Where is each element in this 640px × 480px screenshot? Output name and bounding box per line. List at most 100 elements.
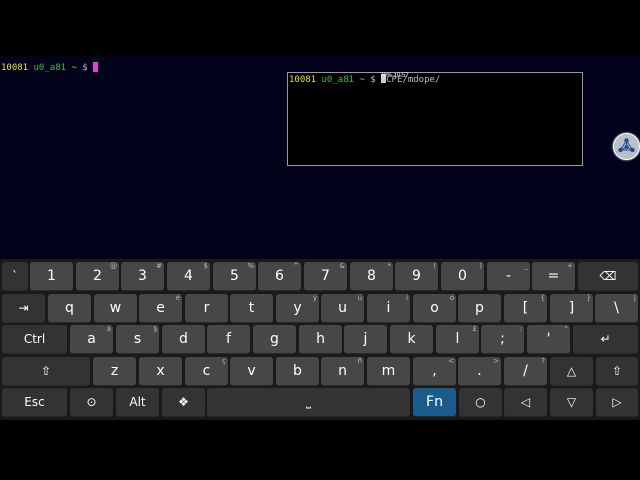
key-d[interactable]: d <box>162 325 205 354</box>
key-k[interactable]: k <box>390 325 433 354</box>
key-home[interactable]: ○ <box>459 388 502 417</box>
key-slash[interactable]: /? <box>504 357 547 386</box>
key-p[interactable]: p <box>458 294 501 323</box>
key-left-bracket[interactable]: [{ <box>504 294 547 323</box>
key-label: ` <box>12 269 18 283</box>
key-label: q <box>65 300 74 316</box>
key-e[interactable]: eé <box>139 294 182 323</box>
key-4[interactable]: 4 $ <box>167 262 210 291</box>
key-label: n <box>338 363 347 379</box>
key-tab[interactable]: ⇥ <box>2 294 45 323</box>
key-alt-label: £ <box>472 325 477 333</box>
key-period[interactable]: . > <box>458 357 501 386</box>
key-label: ▽ <box>566 395 577 409</box>
key-comma[interactable]: , < <box>413 357 456 386</box>
key-label: ⊙ <box>86 395 97 409</box>
key-alt-label: ) <box>479 262 482 270</box>
key-settings[interactable]: ⊙ <box>70 388 113 417</box>
key-shift-right[interactable]: ⇧ <box>596 357 638 386</box>
key-alt-label: { <box>540 294 545 302</box>
key-x[interactable]: x <box>139 357 182 386</box>
key-v[interactable]: v <box>230 357 273 386</box>
key-equals[interactable]: = + <box>532 262 575 291</box>
key-c[interactable]: cç <box>185 357 228 386</box>
key-b[interactable]: b <box>276 357 319 386</box>
key-back[interactable]: ◁ <box>504 388 547 417</box>
terminal-preview-popup[interactable]: 10081 u0_a81 ~ $ CPE/mdope/ 70% 10:57 <box>287 72 583 166</box>
key-label: ⇥ <box>18 301 29 315</box>
key-j[interactable]: j <box>344 325 387 354</box>
key-f[interactable]: f <box>207 325 250 354</box>
key-o[interactable]: oó <box>413 294 456 323</box>
key-3[interactable]: 3 # <box>121 262 164 291</box>
key-9[interactable]: 9( <box>395 262 438 291</box>
key-z[interactable]: z <box>93 357 136 386</box>
key-1[interactable]: 1 <box>30 262 73 291</box>
key-alt-label: " <box>564 325 568 333</box>
key-label: Alt <box>129 395 146 409</box>
key-label: ❖ <box>178 395 189 409</box>
key-label: s <box>133 331 142 347</box>
key-alt-label: é <box>175 294 180 302</box>
key-l[interactable]: l £ <box>436 325 479 354</box>
key-u[interactable]: uú <box>321 294 364 323</box>
floating-assist-button[interactable] <box>613 133 640 160</box>
key-8[interactable]: 8 * <box>350 262 393 291</box>
key-alt[interactable]: Alt <box>116 388 159 417</box>
key-2[interactable]: 2 @ <box>76 262 119 291</box>
key-label: p <box>475 300 484 316</box>
key-alt-label: } <box>586 294 591 302</box>
key-semicolon[interactable]: ;: <box>481 325 524 354</box>
key-h[interactable]: h <box>299 325 342 354</box>
key-windows[interactable]: ❖ <box>162 388 205 417</box>
key-label: g <box>270 331 279 347</box>
key-space[interactable]: ⎵ <box>207 388 410 417</box>
key-label: ◁ <box>520 395 531 409</box>
key-backslash[interactable]: \ | <box>595 294 638 323</box>
key-alt-label: ( <box>433 262 436 270</box>
key-label: z <box>110 363 119 379</box>
key-shift-left[interactable]: ⇧ <box>2 357 90 386</box>
key-t[interactable]: t <box>230 294 273 323</box>
key-alt-label: ? <box>541 357 545 365</box>
key-label: t <box>248 300 255 316</box>
key-right-bracket[interactable]: ]} <box>550 294 593 323</box>
key-i[interactable]: ií <box>367 294 410 323</box>
key-5[interactable]: 5% <box>213 262 256 291</box>
key-backspace[interactable]: ⌫ <box>578 262 638 291</box>
key-esc[interactable]: Esc <box>2 388 67 417</box>
key-w[interactable]: w <box>94 294 137 323</box>
key-enter[interactable]: ↵ <box>573 325 638 354</box>
navigation-bar <box>0 420 640 480</box>
key-label: 4 <box>184 268 193 284</box>
key-down-arrow[interactable]: ▽ <box>550 388 593 417</box>
key-label: / <box>523 363 528 379</box>
key-minus[interactable]: - _ <box>487 262 530 291</box>
key-y[interactable]: yý <box>276 294 319 323</box>
key-r[interactable]: r <box>185 294 228 323</box>
popup-overlay-status: 70% 10:57 <box>380 73 409 79</box>
key-q[interactable]: q <box>48 294 91 323</box>
key-n[interactable]: nñ <box>321 357 364 386</box>
key-6[interactable]: 6 ^ <box>258 262 301 291</box>
key-7[interactable]: 7 & <box>304 262 347 291</box>
key-label: Fn <box>426 394 443 410</box>
key-backtick[interactable]: ` <box>2 262 28 291</box>
key-label: h <box>316 331 325 347</box>
key-a[interactable]: aá <box>70 325 113 354</box>
key-m[interactable]: m <box>367 357 410 386</box>
prompt-user: u0_a81 <box>33 63 67 73</box>
key-ctrl[interactable]: Ctrl <box>2 325 67 354</box>
key-right-arrow[interactable]: ▷ <box>596 388 638 417</box>
key-up-arrow[interactable]: △ <box>550 357 593 386</box>
key-label: . <box>477 363 482 379</box>
key-quote[interactable]: ' " <box>527 325 570 354</box>
key-label: c <box>202 363 211 379</box>
key-fn[interactable]: Fn <box>413 388 456 417</box>
key-0[interactable]: 0) <box>441 262 484 291</box>
key-label: 8 <box>367 268 376 284</box>
key-g[interactable]: g <box>253 325 296 354</box>
key-label: \ <box>614 300 619 316</box>
key-label: 7 <box>321 268 330 284</box>
key-s[interactable]: s § <box>116 325 159 354</box>
